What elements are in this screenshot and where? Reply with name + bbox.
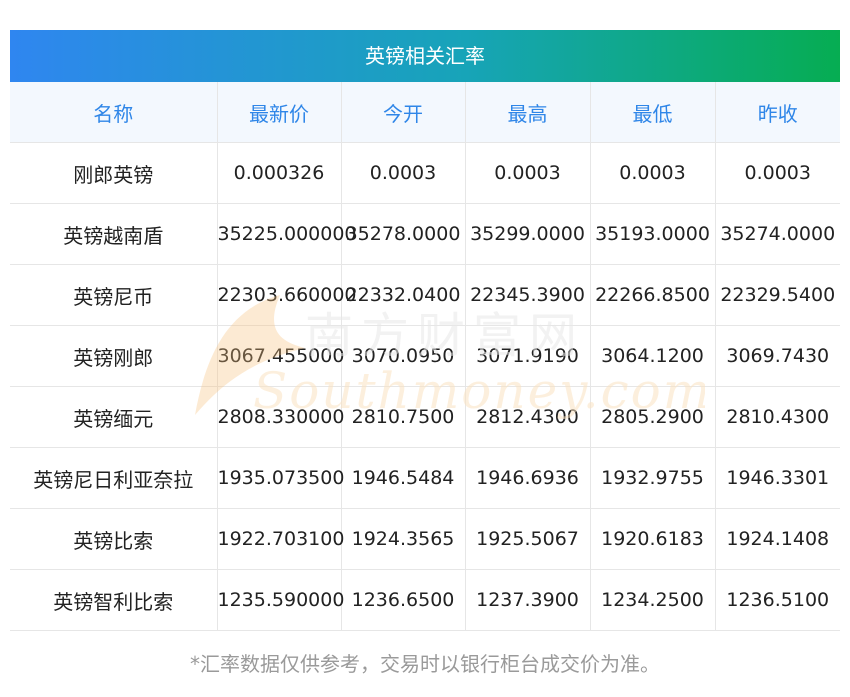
low-price: 35193.0000 [590, 203, 716, 265]
open-price: 0.0003 [341, 142, 466, 204]
open-price: 1236.6500 [341, 569, 466, 631]
high-price: 35299.0000 [465, 203, 591, 265]
high-price: 1237.3900 [465, 569, 591, 631]
column-header-low: 最低 [590, 82, 716, 143]
latest-price: 2808.330000 [217, 386, 344, 448]
low-price: 22266.8500 [590, 264, 716, 326]
table-header-row: 名称 最新价 今开 最高 最低 昨收 [10, 82, 840, 143]
latest-price: 1935.073500 [217, 447, 344, 509]
open-price: 3070.0950 [341, 325, 466, 387]
table-row: 英镑比索 1922.703100 1924.3565 1925.5067 192… [10, 508, 840, 570]
open-price: 22332.0400 [341, 264, 466, 326]
low-price: 1932.9755 [590, 447, 716, 509]
currency-pair-name: 英镑尼币 [10, 264, 218, 326]
prev-close-price: 1946.3301 [715, 447, 840, 509]
low-price: 2805.2900 [590, 386, 716, 448]
high-price: 1925.5067 [465, 508, 591, 570]
table-row: 英镑智利比索 1235.590000 1236.6500 1237.3900 1… [10, 569, 840, 631]
table-row: 英镑刚郎 3067.455000 3070.0950 3071.9190 306… [10, 325, 840, 387]
prev-close-price: 35274.0000 [715, 203, 840, 265]
latest-price: 1922.703100 [217, 508, 344, 570]
currency-pair-name: 英镑缅元 [10, 386, 218, 448]
column-header-prev-close: 昨收 [715, 82, 840, 143]
prev-close-price: 1236.5100 [715, 569, 840, 631]
column-header-high: 最高 [465, 82, 591, 143]
table-row: 英镑尼日利亚奈拉 1935.073500 1946.5484 1946.6936… [10, 447, 840, 509]
table-row: 刚郎英镑 0.000326 0.0003 0.0003 0.0003 0.000… [10, 142, 840, 204]
open-price: 1924.3565 [341, 508, 466, 570]
table-row: 英镑越南盾 35225.000000 35278.0000 35299.0000… [10, 203, 840, 265]
table-row: 英镑缅元 2808.330000 2810.7500 2812.4300 280… [10, 386, 840, 448]
open-price: 35278.0000 [341, 203, 466, 265]
exchange-rate-table: 名称 最新价 今开 最高 最低 昨收 刚郎英镑 0.000326 0.0003 … [10, 82, 840, 631]
prev-close-price: 0.0003 [715, 142, 840, 204]
currency-pair-name: 英镑刚郎 [10, 325, 218, 387]
table-title: 英镑相关汇率 [10, 30, 840, 82]
high-price: 22345.3900 [465, 264, 591, 326]
high-price: 1946.6936 [465, 447, 591, 509]
prev-close-price: 22329.5400 [715, 264, 840, 326]
exchange-rate-card: 英镑相关汇率 名称 最新价 今开 最高 最低 昨收 刚郎英镑 0.000326 … [10, 30, 840, 631]
latest-price: 1235.590000 [217, 569, 344, 631]
latest-price: 0.000326 [217, 142, 342, 204]
open-price: 1946.5484 [341, 447, 466, 509]
currency-pair-name: 英镑越南盾 [10, 203, 218, 265]
latest-price: 3067.455000 [217, 325, 344, 387]
high-price: 0.0003 [465, 142, 591, 204]
low-price: 1234.2500 [590, 569, 716, 631]
low-price: 3064.1200 [590, 325, 716, 387]
latest-price: 22303.660000 [217, 264, 357, 326]
prev-close-price: 3069.7430 [715, 325, 840, 387]
column-header-open: 今开 [341, 82, 466, 143]
prev-close-price: 2810.4300 [715, 386, 840, 448]
open-price: 2810.7500 [341, 386, 466, 448]
currency-pair-name: 刚郎英镑 [10, 142, 218, 204]
table-row: 英镑尼币 22303.660000 22332.0400 22345.3900 … [10, 264, 840, 326]
prev-close-price: 1924.1408 [715, 508, 840, 570]
currency-pair-name: 英镑比索 [10, 508, 218, 570]
column-header-latest: 最新价 [217, 82, 342, 143]
disclaimer-footnote: *汇率数据仅供参考，交易时以银行柜台成交价为准。 [190, 652, 660, 676]
currency-pair-name: 英镑尼日利亚奈拉 [10, 447, 218, 509]
low-price: 1920.6183 [590, 508, 716, 570]
low-price: 0.0003 [590, 142, 716, 204]
currency-pair-name: 英镑智利比索 [10, 569, 218, 631]
high-price: 3071.9190 [465, 325, 591, 387]
column-header-name: 名称 [10, 82, 218, 143]
latest-price: 35225.000000 [217, 203, 357, 265]
high-price: 2812.4300 [465, 386, 591, 448]
